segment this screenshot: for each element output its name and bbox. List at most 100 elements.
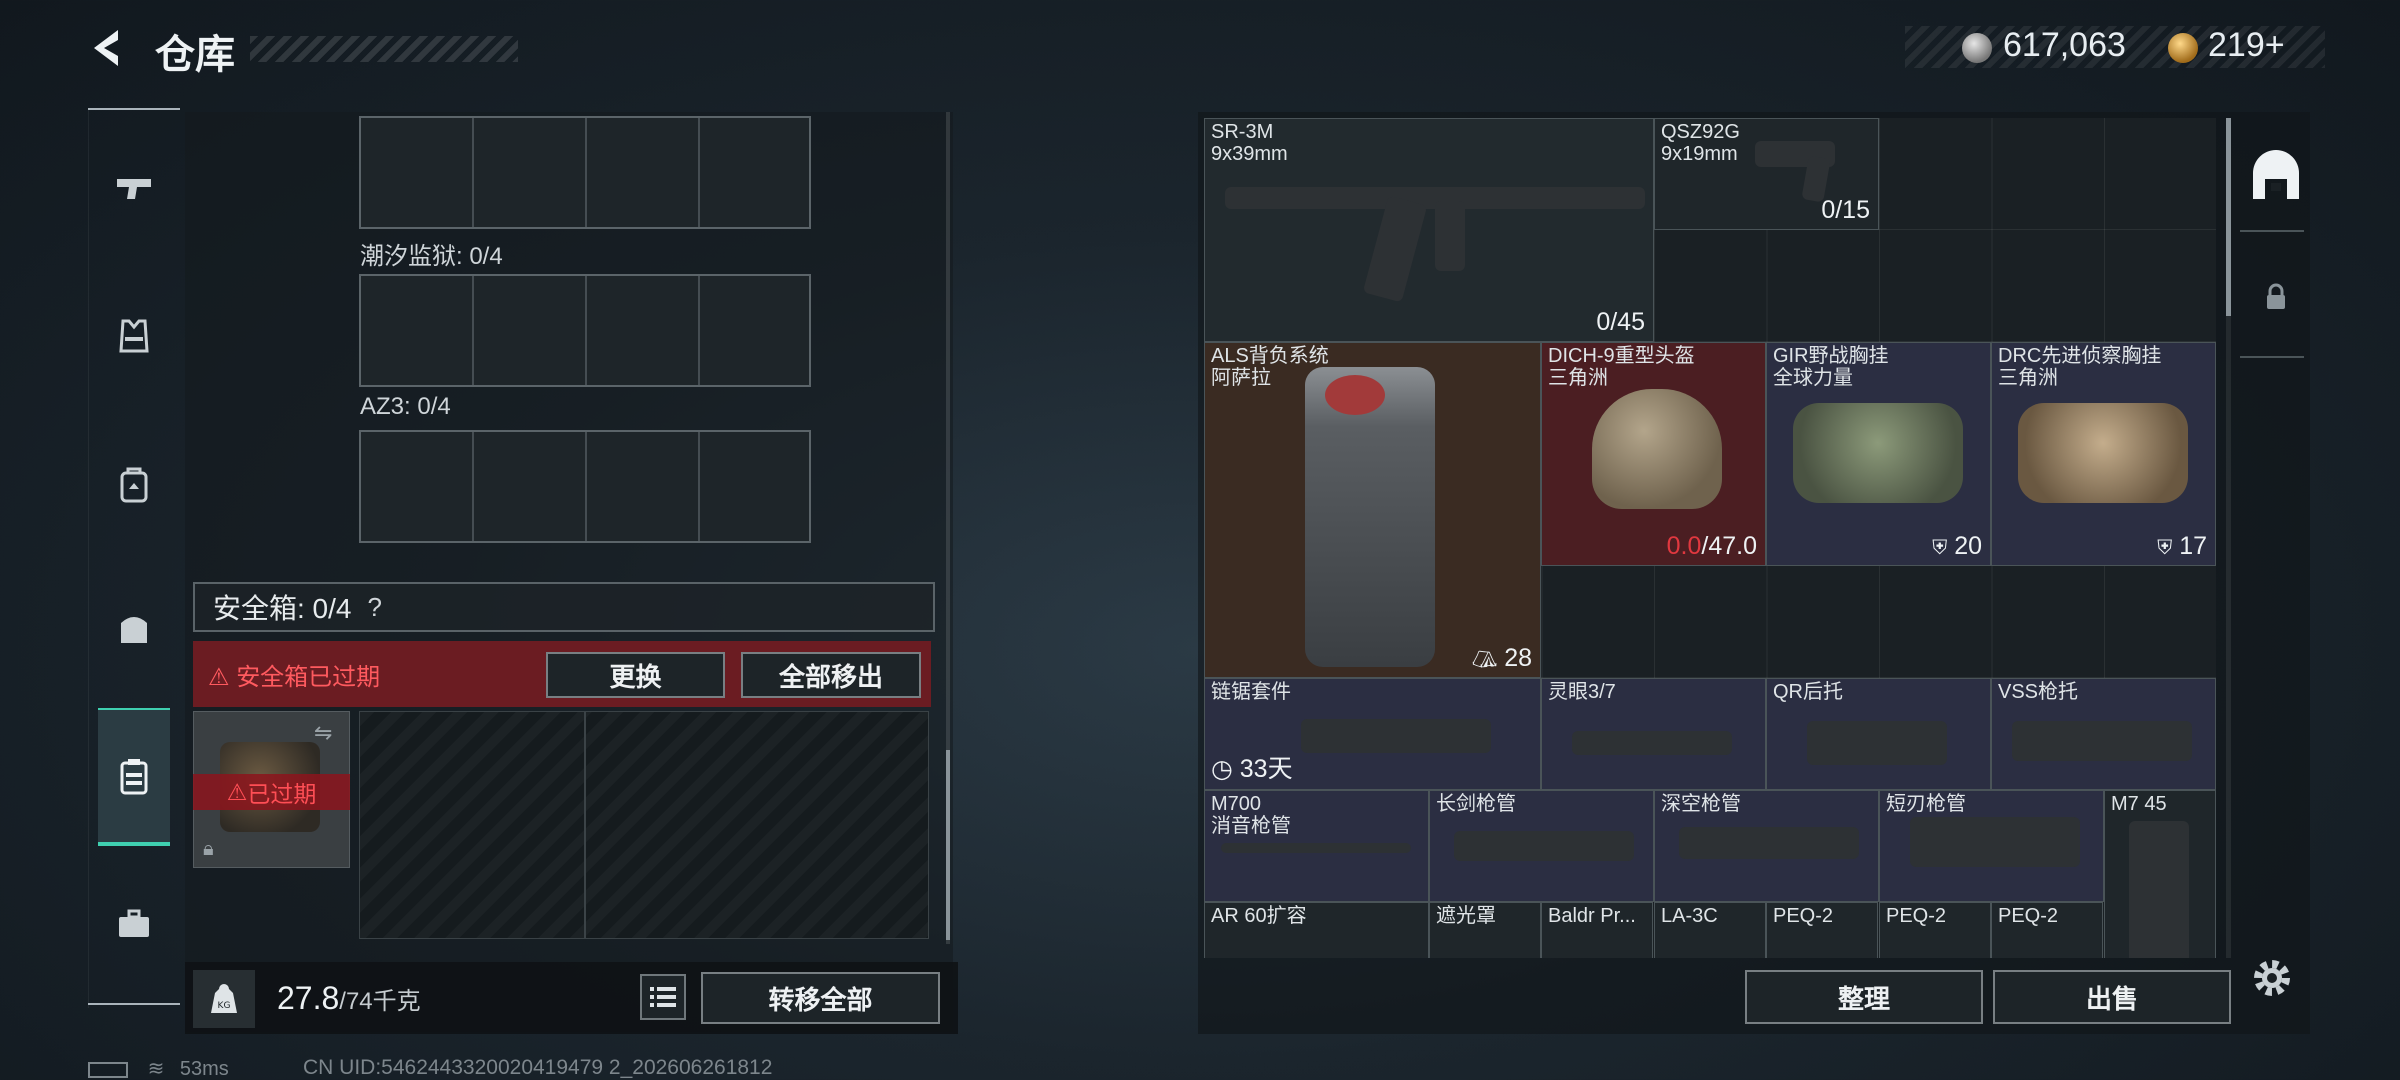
inventory-item[interactable]: 链锯套件 ◷ 33天: [1204, 678, 1541, 790]
item-name: PEQ-2: [1886, 905, 1947, 927]
item-name: 链锯套件: [1211, 681, 1291, 703]
inventory-item[interactable]: QSZ92G 9x19mm 0/15: [1654, 118, 1879, 230]
expired-message: ⚠ 安全箱已过期: [208, 664, 381, 691]
svg-text:KG: KG: [218, 1001, 231, 1011]
nav-backpack[interactable]: [98, 448, 170, 520]
item-name: QSZ92G 9x19mm: [1661, 121, 1740, 165]
inventory-item[interactable]: QR后托: [1766, 678, 1991, 790]
item-name: GIR野战胸挂 全球力量: [1773, 345, 1889, 389]
nav-bag[interactable]: [98, 592, 170, 664]
currency-primary: 617,063: [2003, 26, 2126, 64]
silver-coin-icon: [1962, 33, 1992, 63]
list-view-button[interactable]: [640, 974, 686, 1020]
briefcase-icon: [119, 909, 149, 937]
help-icon[interactable]: ?: [367, 592, 381, 623]
inventory-item[interactable]: PEQ-2: [1991, 902, 2103, 958]
item-name: 长剑枪管: [1436, 793, 1516, 815]
slot-label: AZ3: 0/4: [360, 393, 451, 420]
safe-case-icon: [120, 759, 148, 795]
inventory-item[interactable]: AR 60扩容: [1204, 902, 1429, 958]
inventory-item[interactable]: LA-3C: [1654, 902, 1766, 958]
barrel-image: [1454, 831, 1634, 861]
nav-weapons[interactable]: [98, 152, 170, 224]
slot-grid[interactable]: [359, 116, 811, 229]
item-name: LA-3C: [1661, 905, 1718, 927]
inventory-item[interactable]: 短刃枪管: [1879, 790, 2104, 902]
barrel-image: [1679, 827, 1859, 859]
settings-button[interactable]: [2248, 954, 2296, 1002]
stock-image: [1807, 721, 1947, 765]
vest-icon: [119, 319, 149, 353]
case-expired-label: ⚠ 已过期: [193, 774, 350, 810]
safe-box-header: 安全箱: 0/4 ?: [193, 582, 935, 632]
item-count: ⛨ 17: [2157, 532, 2207, 560]
slot-grid[interactable]: [359, 430, 811, 543]
item-name: PEQ-2: [1998, 905, 2059, 927]
wifi-icon: ≋: [147, 1058, 165, 1080]
nav-divider: [88, 108, 180, 110]
item-count: 0/15: [1821, 196, 1870, 224]
inventory-item[interactable]: GIR野战胸挂 全球力量 ⛨ 20: [1766, 342, 1991, 566]
item-name: DRC先进侦察胸挂 三角洲: [1998, 345, 2162, 389]
barrel-image: [1221, 843, 1411, 853]
swap-icon[interactable]: ⇋: [314, 720, 332, 746]
transfer-all-button[interactable]: 转移全部: [701, 972, 940, 1024]
warning-icon: ⚠: [208, 664, 230, 691]
inventory-item[interactable]: 灵眼3/7: [1541, 678, 1766, 790]
replace-button[interactable]: 更换: [546, 652, 725, 698]
status-row: ≋ 53ms: [88, 1056, 229, 1080]
inventory-item[interactable]: Baldr Pr...: [1541, 902, 1653, 958]
inventory-item[interactable]: 长剑枪管: [1429, 790, 1654, 902]
timer: ◷ 33天: [1211, 755, 1293, 783]
item-name: M700 消音枪管: [1211, 793, 1291, 837]
inventory-item[interactable]: VSS枪托: [1991, 678, 2216, 790]
inventory-item[interactable]: ALS背负系统 阿萨拉 ⛺︎ 28: [1204, 342, 1541, 678]
left-scrollbar-thumb[interactable]: [946, 750, 950, 940]
nav-briefcase[interactable]: [98, 888, 170, 960]
battery-icon: [88, 1061, 128, 1078]
left-nav: [88, 108, 180, 1008]
inventory-item[interactable]: PEQ-2: [1879, 902, 1991, 958]
inventory-item[interactable]: 深空枪管: [1654, 790, 1879, 902]
gear-icon: [2254, 960, 2290, 996]
bag-icon: [121, 617, 147, 643]
item-name: Baldr Pr...: [1548, 905, 1636, 927]
storage-tab[interactable]: [2248, 148, 2304, 204]
inventory-item[interactable]: 遮光罩: [1429, 902, 1541, 958]
sell-button[interactable]: 出售: [1993, 970, 2231, 1024]
item-name: ALS背负系统 阿萨拉: [1211, 345, 1329, 389]
organize-button[interactable]: 整理: [1745, 970, 1983, 1024]
safe-case-grid[interactable]: [359, 711, 929, 939]
lock-icon: 🔒︎: [203, 838, 214, 860]
slot-grid[interactable]: [359, 274, 811, 387]
nav-vest[interactable]: [98, 300, 170, 372]
vest-image: [1793, 403, 1963, 503]
nav-safe-case[interactable]: [98, 708, 170, 846]
inventory-item[interactable]: DICH-9重型头盔 三角洲 0.0/47.0: [1541, 342, 1766, 566]
vest-capacity-icon: ⛨: [1932, 537, 1948, 559]
right-scrollbar-thumb[interactable]: [2226, 118, 2231, 316]
inventory-item[interactable]: M7 45: [2104, 790, 2216, 958]
title-decoration: [250, 36, 518, 62]
clock-icon: ◷: [1211, 755, 1233, 783]
inventory-item[interactable]: M700 消音枪管: [1204, 790, 1429, 902]
barrel-image: [1910, 817, 2080, 867]
item-name: PEQ-2: [1773, 905, 1834, 927]
slot-label: 潮汐监狱: 0/4: [360, 243, 503, 270]
attachment-image: [1301, 719, 1491, 753]
safe-box-label: 安全箱: 0/4: [213, 593, 352, 624]
inventory-item[interactable]: DRC先进侦察胸挂 三角洲 ⛨ 17: [1991, 342, 2216, 566]
ping-readout: 53ms: [179, 1058, 229, 1080]
vest-capacity-icon: ⛨: [2157, 537, 2173, 559]
backpack-icon: [120, 467, 148, 503]
currency-secondary[interactable]: 219+: [2208, 26, 2285, 65]
locked-tab[interactable]: [2252, 282, 2300, 312]
move-all-button[interactable]: 全部移出: [741, 652, 921, 698]
weight-icon: KG: [193, 970, 255, 1028]
back-button[interactable]: [88, 26, 132, 70]
list-icon: [650, 987, 676, 1007]
inventory-item[interactable]: PEQ-2: [1766, 902, 1878, 958]
warehouse-icon: [2253, 150, 2299, 199]
inventory-item[interactable]: SR-3M 9x39mm 0/45: [1204, 118, 1654, 342]
item-name: QR后托: [1773, 681, 1843, 703]
